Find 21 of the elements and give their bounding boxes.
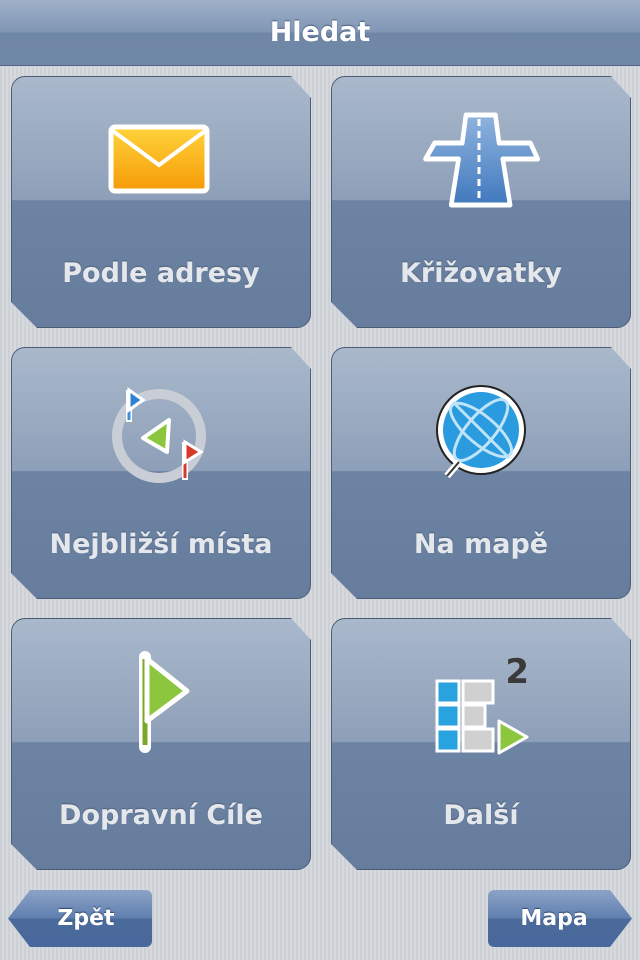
flag-icon bbox=[139, 651, 190, 753]
menu-tile[interactable]: 2 Další bbox=[331, 618, 631, 870]
menu-tile[interactable]: Nejbližší místa bbox=[11, 347, 311, 599]
tile-label: Dopravní Cíle bbox=[59, 799, 263, 833]
tile-label: Další bbox=[443, 799, 519, 833]
menu-tile[interactable]: Na mapě bbox=[331, 347, 631, 599]
menu-tile[interactable]: Dopravní Cíle bbox=[11, 618, 311, 870]
envelope-icon bbox=[108, 124, 210, 194]
menu-tile[interactable]: Křižovatky bbox=[331, 76, 631, 328]
icon-number: 2 bbox=[505, 652, 529, 692]
menu-tile[interactable]: Podle adresy bbox=[11, 76, 311, 328]
map-button[interactable]: Mapa bbox=[488, 890, 632, 947]
nearby-places-icon bbox=[112, 387, 206, 483]
screen-title: Hledat bbox=[270, 17, 370, 48]
tile-label: Na mapě bbox=[414, 528, 548, 562]
back-button[interactable]: Zpět bbox=[8, 890, 152, 947]
tile-label: Podle adresy bbox=[62, 257, 260, 291]
globe-icon bbox=[436, 385, 526, 478]
tile-label: Nejbližší místa bbox=[49, 528, 273, 562]
tile-label: Křižovatky bbox=[400, 257, 562, 291]
road-icon bbox=[423, 112, 540, 208]
